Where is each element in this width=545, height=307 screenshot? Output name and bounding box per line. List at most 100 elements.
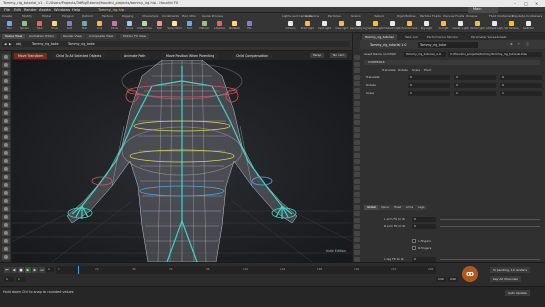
shelf-tool-button[interactable]: Font — [183, 21, 196, 31]
breadcrumb-root[interactable]: obj — [16, 42, 21, 46]
shelf-tool-button[interactable]: Draw Curve — [137, 21, 152, 31]
shelf-tool-button[interactable]: Metaball — [228, 21, 241, 31]
viewport-tool-icon[interactable] — [2, 166, 10, 172]
menu-assets[interactable]: Assets — [39, 8, 51, 12]
xform-value-field[interactable]: 1 — [454, 90, 496, 96]
shelf-tool-button[interactable]: Null — [78, 21, 91, 31]
range-start-field[interactable]: 1 — [16, 277, 26, 282]
param-value-field[interactable]: 0 — [412, 223, 436, 229]
viewport-tool-icon[interactable] — [2, 222, 10, 228]
viewport-tool-icon[interactable] — [2, 150, 10, 156]
shelf-tool-button[interactable]: Sphere — [18, 21, 31, 31]
viewport-tool-icon[interactable] — [2, 246, 10, 252]
stop-icon[interactable]: ■ — [18, 267, 24, 273]
play-icon[interactable]: ▶ — [25, 267, 31, 273]
shelf-tab[interactable]: Model — [42, 14, 51, 18]
controls-section[interactable]: CONTROLS — [364, 60, 540, 65]
shelf-tool-button[interactable]: Platonic — [198, 21, 211, 31]
shelf-tab[interactable]: Create — [2, 14, 12, 18]
viewport-tool-icon[interactable] — [2, 62, 10, 68]
shelf-tool-button[interactable]: Tube — [33, 21, 46, 31]
timeline-ruler[interactable]: 1 24 48 72 96 120 144 168 192 216 240 — [56, 266, 436, 274]
shelf-tab[interactable]: Modify — [22, 14, 32, 18]
shelf-tool-button[interactable]: Circle — [108, 21, 121, 31]
tab-composite-view[interactable]: Composite View — [86, 34, 117, 39]
shelf-tab[interactable]: Texture — [102, 14, 113, 18]
viewport-tool-icon[interactable] — [2, 86, 10, 92]
step-back-icon[interactable]: ◀ — [11, 267, 17, 273]
shelf-light-button[interactable]: Portal Light — [470, 21, 485, 31]
shelf-tab[interactable]: Particle Fluids — [420, 14, 441, 18]
child-compensation-toggle[interactable]: Child Compensation — [232, 53, 273, 59]
viewport-tool-icon[interactable] — [2, 70, 10, 76]
viewport-tool-icon[interactable] — [2, 126, 10, 132]
shelf-tool-button[interactable]: L-System — [213, 21, 226, 31]
xform-value-field[interactable]: 0 — [408, 82, 450, 88]
viewport-tool-icon[interactable] — [2, 94, 10, 100]
fingers-right-checkbox[interactable] — [412, 246, 416, 250]
shelf-tool-button[interactable]: Grid — [63, 21, 76, 31]
shelf-tool-button[interactable]: Torus — [48, 21, 61, 31]
shelf-tab[interactable]: Polygon — [62, 14, 74, 18]
shelf-light-button[interactable]: Caustic Light — [452, 21, 469, 31]
shelf-tab[interactable]: Deform — [82, 14, 93, 18]
viewport-tool-icon[interactable] — [2, 206, 10, 212]
shelf-tool-button[interactable]: Spray Paint — [167, 21, 182, 31]
gear-icon[interactable]: ⚙ — [510, 41, 513, 47]
xform-value-field[interactable]: 0 — [408, 74, 450, 80]
tab-legs[interactable]: Legs — [415, 205, 428, 210]
shelf-light-button[interactable]: Geometry Light — [350, 21, 367, 31]
shelf-light-button[interactable]: Switcher — [522, 21, 535, 31]
shelf-tab[interactable]: Vellum — [374, 14, 384, 18]
shelf-light-button[interactable]: Distant Light — [384, 21, 401, 31]
shelf-tab[interactable]: Particles — [328, 14, 341, 18]
perspective-menu[interactable]: Persp — [310, 53, 325, 58]
xform-value-field[interactable]: 0 — [500, 74, 542, 80]
param-value-field[interactable]: 0 — [412, 256, 436, 262]
shelf-tab[interactable]: Fluid Containers — [489, 14, 513, 18]
viewport-tool-icon[interactable] — [2, 238, 10, 244]
shelf-tab[interactable]: Characters — [142, 14, 158, 18]
tab-spine[interactable]: Spine — [378, 205, 392, 210]
step-forward-icon[interactable]: ▶ — [32, 267, 38, 273]
tab-animation-editor[interactable]: Animation Editor — [26, 34, 58, 39]
menu-edit[interactable]: Edit — [14, 8, 21, 12]
shelf-tool-button[interactable]: Line — [93, 21, 106, 31]
shelf-tab[interactable]: Oceans — [466, 14, 477, 18]
shelf-tool-button[interactable]: Box — [3, 21, 16, 31]
viewport-tool-icon[interactable] — [2, 102, 10, 108]
shelf-light-button[interactable]: Ambient Light — [486, 21, 503, 31]
jump-end-icon[interactable]: ⏭ — [39, 267, 45, 273]
tab-render-view[interactable]: Render View — [60, 34, 85, 39]
tab-global[interactable]: Global — [364, 205, 379, 210]
shelf-tool-button[interactable]: Curve — [123, 21, 136, 31]
scene-viewport[interactable] — [12, 51, 352, 262]
shelf-light-button[interactable]: Sky Light — [420, 21, 433, 31]
shelf-tool-button[interactable]: File — [243, 21, 256, 31]
start-frame-field[interactable]: 1 — [4, 277, 14, 282]
shelf-tab[interactable]: Grains — [351, 14, 361, 18]
move-position-toggle[interactable]: Move Position When Parenting — [162, 53, 219, 59]
viewport-tool-icon[interactable] — [2, 54, 10, 60]
tab-motion-fx-view[interactable]: Motion FX View — [120, 34, 149, 39]
param-value-field[interactable]: 0 — [412, 216, 436, 222]
shelf-tab[interactable]: Rigid Bodies — [397, 14, 416, 18]
shelf-tab[interactable]: Populate Containers — [512, 14, 542, 18]
param-slider[interactable] — [440, 258, 540, 260]
shelf-tab[interactable]: Rigging — [122, 14, 133, 18]
animate-path-toggle[interactable]: Animate Path — [120, 53, 150, 59]
xform-value-field[interactable]: 0 — [500, 82, 542, 88]
menu-file[interactable]: File — [4, 8, 10, 12]
viewport-tool-icon[interactable] — [2, 182, 10, 188]
fingers-left-checkbox[interactable] — [412, 239, 416, 243]
viewport-tool-icon[interactable] — [2, 174, 10, 180]
xform-value-field[interactable]: 1 — [408, 90, 450, 96]
xform-value-field[interactable]: 0 — [454, 74, 496, 80]
jump-start-icon[interactable]: ⏮ — [4, 267, 10, 273]
viewport-tool-icon[interactable] — [2, 254, 10, 260]
shelf-light-button[interactable]: Point Light — [301, 21, 314, 31]
node-name-field[interactable]: Tommy_rig_tutor — [418, 42, 478, 48]
playhead[interactable] — [78, 266, 79, 274]
shelf-light-button[interactable]: Spot Light — [318, 21, 331, 31]
minimize-icon[interactable]: – — [514, 1, 516, 6]
